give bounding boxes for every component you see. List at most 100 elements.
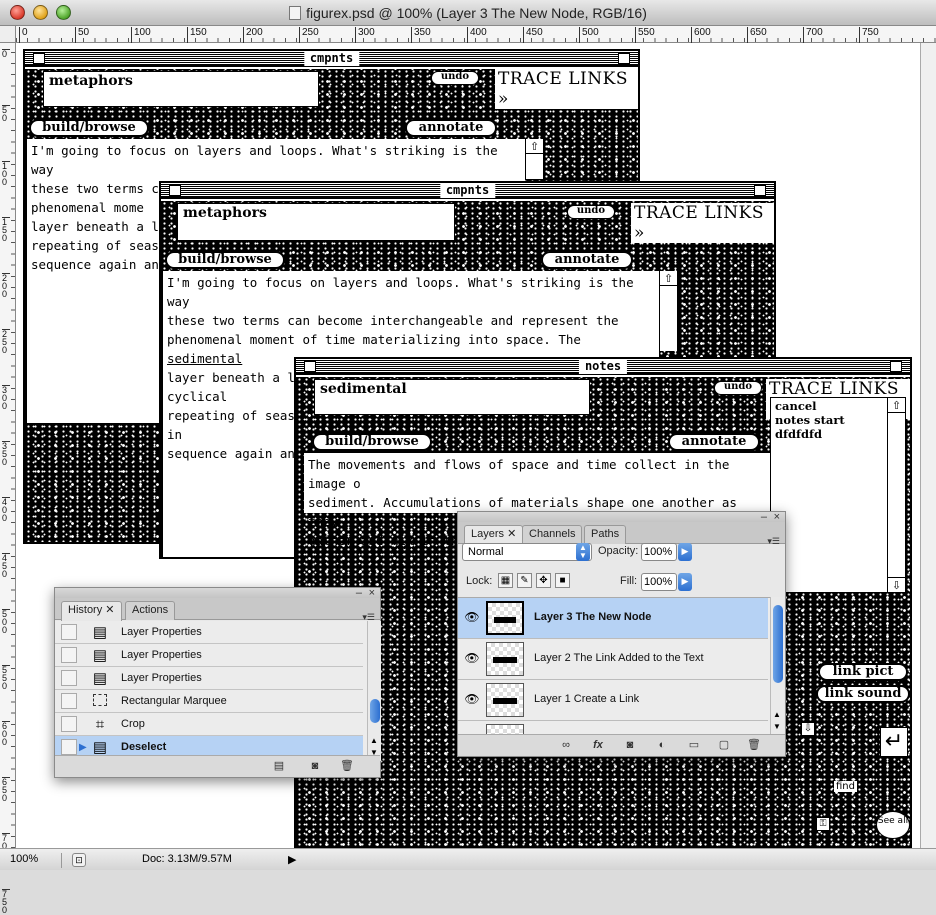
visibility-eye-icon[interactable]: 👁	[464, 692, 480, 708]
collapse-icon[interactable]: –	[761, 512, 767, 523]
tab-actions[interactable]: Actions	[125, 601, 176, 620]
blend-mode-stepper-icon[interactable]: ▲ ▼	[576, 543, 590, 561]
trash-icon[interactable]: 🗑	[339, 760, 355, 773]
document-vertical-scrollbar[interactable]	[920, 43, 936, 848]
return-arrow-icon[interactable]: ↵	[880, 727, 908, 757]
ruler-origin[interactable]	[0, 26, 16, 43]
layer-mask-icon[interactable]: ◙	[622, 739, 638, 752]
scroll-down-arrow-icon[interactable]: ▼	[773, 722, 781, 731]
history-item[interactable]: ⌗ Crop	[55, 713, 363, 736]
see-all-button[interactable]: See all	[876, 811, 910, 839]
layers-list[interactable]: 👁 Layer 3 The New Node 👁 Layer 2 The Lin…	[458, 597, 770, 735]
blend-mode-select[interactable]: Normal	[462, 543, 592, 561]
annotate-button[interactable]: annotate	[541, 251, 633, 269]
tab-paths[interactable]: Paths	[584, 525, 627, 544]
close-box[interactable]	[33, 53, 45, 64]
undo-button[interactable]: undo	[431, 71, 479, 85]
build-browse-button[interactable]: build/browse	[29, 119, 149, 137]
close-icon[interactable]: ×	[369, 588, 375, 599]
scroll-thumb[interactable]	[370, 699, 380, 723]
collapse-icon[interactable]: –	[356, 588, 362, 599]
history-item[interactable]: Rectangular Marquee	[55, 690, 363, 713]
close-icon[interactable]: ×	[774, 512, 780, 523]
visibility-eye-icon[interactable]: 👁	[464, 651, 480, 667]
history-panel[interactable]: – × History ✕ Actions ▾☰ ▤ Layer Propert…	[54, 587, 381, 778]
undo-button[interactable]: undo	[714, 381, 762, 395]
link-pict-button[interactable]: link pict	[818, 663, 908, 681]
layers-panel[interactable]: – × Layers ✕ Channels Paths ▾☰ Normal ▲ ▼…	[457, 511, 786, 757]
history-list[interactable]: ▤ Layer Properties ▤ Layer Properties ▤ …	[55, 621, 367, 761]
down-arrow-icon[interactable]: ⇩	[801, 722, 815, 736]
zoom-box[interactable]	[754, 185, 766, 196]
tab-history[interactable]: History ✕	[61, 601, 122, 621]
lock-position-move-icon[interactable]: ✥	[536, 573, 551, 588]
links-list-item[interactable]: notes start	[775, 413, 901, 427]
zoom-level[interactable]: 100%	[10, 853, 62, 868]
text-scrollbar[interactable]: ⇧	[659, 271, 677, 351]
link-sound-button[interactable]: link sound	[816, 685, 910, 703]
close-box[interactable]	[304, 361, 316, 372]
zoom-box[interactable]	[890, 361, 902, 372]
link-word[interactable]: mix	[390, 533, 414, 549]
links-list-item[interactable]: dfdfdfd	[775, 427, 901, 441]
history-item[interactable]: ▤ Layer Properties	[55, 644, 363, 667]
scroll-up-arrow-icon[interactable]: ⇧	[660, 271, 677, 286]
text-scrollbar[interactable]: ⇧	[525, 139, 543, 179]
visibility-eye-icon[interactable]: 👁	[464, 610, 480, 626]
layer-row-partial[interactable]	[458, 721, 768, 735]
scroll-up-arrow-icon[interactable]: ⇧	[526, 139, 543, 154]
notes-text-area[interactable]: The movements and flows of space and tim…	[304, 453, 772, 549]
window-titlebar[interactable]: cmpnts	[25, 51, 638, 67]
scroll-up-arrow-icon[interactable]: ▲	[773, 710, 781, 719]
links-scrollbar[interactable]: ⇧ ⇩	[887, 398, 905, 592]
status-menu-arrow-icon[interactable]: ▶	[288, 853, 296, 866]
lock-all-icon[interactable]: ■	[555, 573, 570, 588]
scroll-up-arrow-icon[interactable]: ⇧	[888, 398, 905, 413]
name-field[interactable]: sedimental	[314, 379, 590, 415]
links-list-item[interactable]: cancel	[775, 399, 901, 413]
find-button[interactable]: find	[834, 781, 857, 792]
snapshot-checkbox[interactable]	[61, 670, 77, 686]
name-field[interactable]: metaphors	[43, 71, 319, 107]
name-field[interactable]: metaphors	[177, 203, 455, 241]
opacity-slider-arrow-icon[interactable]: ▶	[678, 543, 692, 561]
panel-drag-bar[interactable]: – ×	[458, 512, 785, 523]
adjustment-layer-icon[interactable]: ◐	[654, 739, 670, 752]
history-item[interactable]: ▤ Layer Properties	[55, 621, 363, 644]
build-browse-button[interactable]: build/browse	[165, 251, 285, 269]
fill-input[interactable]: 100%	[641, 573, 677, 591]
vertical-ruler[interactable]: 0 50 100 150 200 250 300 350 400 450 500 550 600 650 7…	[0, 43, 16, 915]
history-state-slider-icon[interactable]: ▶	[79, 742, 87, 753]
tab-channels[interactable]: Channels	[522, 525, 583, 544]
trace-links-button[interactable]: TRACE LINKS »	[495, 69, 638, 109]
new-document-from-state-icon[interactable]: ▤	[271, 760, 287, 773]
scroll-thumb[interactable]	[773, 605, 783, 683]
trash-icon[interactable]: 🗑	[746, 739, 762, 752]
lock-icon[interactable]: ⚿	[816, 817, 830, 831]
panel-drag-bar[interactable]: – ×	[55, 588, 380, 599]
snapshot-checkbox[interactable]	[61, 716, 77, 732]
history-scrollbar[interactable]: ▲ ▼	[367, 621, 381, 761]
panel-menu-icon[interactable]: ▾☰	[767, 536, 780, 547]
close-box[interactable]	[169, 185, 181, 196]
layer-row[interactable]: 👁 Layer 1 Create a Link	[458, 680, 768, 721]
new-group-folder-icon[interactable]: ▭	[686, 739, 702, 752]
tab-layers[interactable]: Layers ✕	[464, 525, 524, 545]
history-item[interactable]: ▤ Layer Properties	[55, 667, 363, 690]
layer-row[interactable]: 👁 Layer 2 The Link Added to the Text	[458, 639, 768, 680]
snapshot-checkbox[interactable]	[61, 647, 77, 663]
layer-style-fx-icon[interactable]: fx	[590, 739, 606, 752]
fill-slider-arrow-icon[interactable]: ▶	[678, 573, 692, 591]
window-titlebar[interactable]: notes	[296, 359, 910, 375]
annotate-button[interactable]: annotate	[405, 119, 497, 137]
close-tab-icon[interactable]: ✕	[507, 528, 516, 540]
link-layers-icon[interactable]: ∞	[558, 739, 574, 752]
new-layer-icon[interactable]: ▢	[716, 739, 732, 752]
trace-links-button[interactable]: TRACE LINKS »	[631, 203, 774, 243]
opacity-input[interactable]: 100%	[641, 543, 677, 561]
status-options-icon[interactable]: ⊡	[72, 853, 86, 867]
zoom-box[interactable]	[618, 53, 630, 64]
undo-button[interactable]: undo	[567, 205, 615, 219]
window-titlebar[interactable]: cmpnts	[161, 183, 774, 199]
snapshot-checkbox[interactable]	[61, 739, 77, 755]
